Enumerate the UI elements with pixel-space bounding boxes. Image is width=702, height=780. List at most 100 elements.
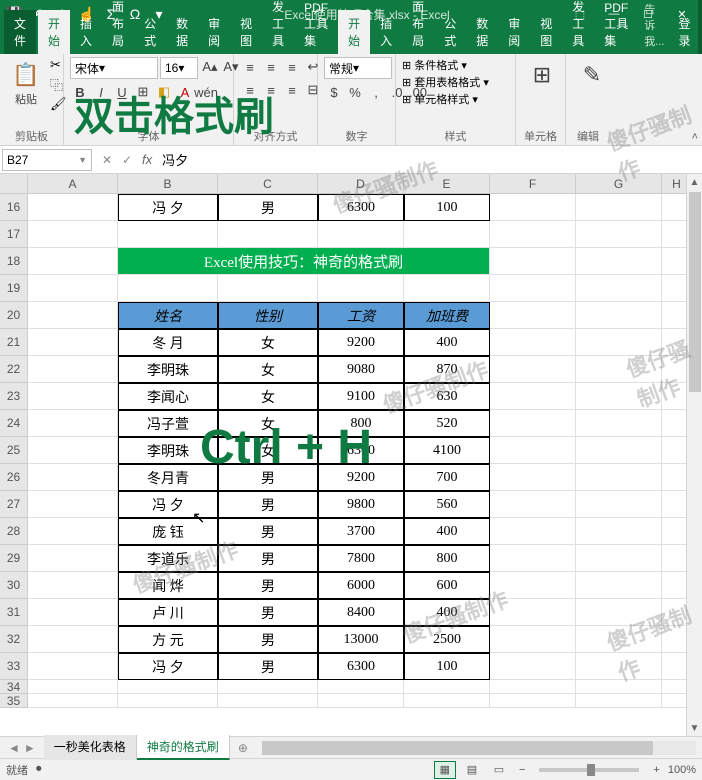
cell-D28[interactable]: 3700 <box>318 518 404 545</box>
cell-G19[interactable] <box>576 275 662 302</box>
tab-公式[interactable]: 公式 <box>434 10 466 54</box>
cell-A23[interactable] <box>28 383 118 410</box>
cell-A21[interactable] <box>28 329 118 356</box>
align-top-icon[interactable]: ≡ <box>240 57 260 77</box>
cell-B25[interactable]: 李明珠 <box>118 437 218 464</box>
currency-icon[interactable]: $ <box>324 82 344 102</box>
border-icon[interactable]: ⊞ <box>133 82 153 102</box>
cell-D20[interactable]: 工资 <box>318 302 404 329</box>
tab-file[interactable]: 文件 <box>4 10 36 54</box>
tab-开发工具[interactable]: 开发工具 <box>262 0 294 54</box>
italic-icon[interactable]: I <box>91 82 111 102</box>
cell-B33[interactable]: 冯 夕 <box>118 653 218 680</box>
cell-B16[interactable]: 冯 夕 <box>118 194 218 221</box>
cell-A34[interactable] <box>28 680 118 694</box>
editing-button[interactable]: ✎ <box>572 57 612 93</box>
scroll-down-icon[interactable]: ▼ <box>687 720 702 736</box>
col-header-C[interactable]: C <box>218 174 318 193</box>
tell-me[interactable]: 💡 告诉我... <box>638 0 670 54</box>
font-name-select[interactable]: 宋体 ▾ <box>70 57 158 79</box>
login-button[interactable]: 登录 <box>670 10 698 54</box>
cell-F33[interactable] <box>490 653 576 680</box>
cell-G33[interactable] <box>576 653 662 680</box>
cell-F30[interactable] <box>490 572 576 599</box>
fill-color-icon[interactable]: ◧ <box>154 82 174 102</box>
align-mid-icon[interactable]: ≡ <box>261 57 281 77</box>
cell-E34[interactable] <box>404 680 490 694</box>
cell-A16[interactable] <box>28 194 118 221</box>
cell-D22[interactable]: 9080 <box>318 356 404 383</box>
enter-formula-icon[interactable]: ✓ <box>118 151 136 169</box>
cell-E26[interactable]: 700 <box>404 464 490 491</box>
cell-G16[interactable] <box>576 194 662 221</box>
row-header-34[interactable]: 34 <box>0 680 28 694</box>
cell-B32[interactable]: 方 元 <box>118 626 218 653</box>
cell-A17[interactable] <box>28 221 118 248</box>
row-header-30[interactable]: 30 <box>0 572 28 599</box>
tab-PDF工具集[interactable]: PDF工具集 <box>294 0 338 54</box>
cell-A29[interactable] <box>28 545 118 572</box>
tab-公式[interactable]: 公式 <box>134 10 166 54</box>
cell-E21[interactable]: 400 <box>404 329 490 356</box>
tab-插入[interactable]: 插入 <box>70 10 102 54</box>
cell-F18[interactable] <box>490 248 576 275</box>
cell-E28[interactable]: 400 <box>404 518 490 545</box>
row-header-16[interactable]: 16 <box>0 194 28 221</box>
cell-G32[interactable] <box>576 626 662 653</box>
cell-B31[interactable]: 卢 川 <box>118 599 218 626</box>
cell-F35[interactable] <box>490 694 576 708</box>
cell-G18[interactable] <box>576 248 662 275</box>
cell-B27[interactable]: 冯 夕 <box>118 491 218 518</box>
cell-F21[interactable] <box>490 329 576 356</box>
cell-C32[interactable]: 男 <box>218 626 318 653</box>
cell-D33[interactable]: 6300 <box>318 653 404 680</box>
cell-styles-button[interactable]: ⊞ 单元格样式 ▾ <box>402 91 478 107</box>
cell-G35[interactable] <box>576 694 662 708</box>
cell-D16[interactable]: 6300 <box>318 194 404 221</box>
cell-E30[interactable]: 600 <box>404 572 490 599</box>
col-header-G[interactable]: G <box>576 174 662 193</box>
cell-E24[interactable]: 520 <box>404 410 490 437</box>
row-header-28[interactable]: 28 <box>0 518 28 545</box>
cell-E16[interactable]: 100 <box>404 194 490 221</box>
select-all-corner[interactable] <box>0 174 28 193</box>
cell-C33[interactable]: 男 <box>218 653 318 680</box>
cell-F25[interactable] <box>490 437 576 464</box>
cell-D17[interactable] <box>318 221 404 248</box>
cell-C34[interactable] <box>218 680 318 694</box>
cell-B35[interactable] <box>118 694 218 708</box>
cell-G29[interactable] <box>576 545 662 572</box>
cell-F22[interactable] <box>490 356 576 383</box>
conditional-format-button[interactable]: ⊞ 条件格式 ▾ <box>402 57 467 73</box>
cell-E22[interactable]: 870 <box>404 356 490 383</box>
cell-F31[interactable] <box>490 599 576 626</box>
cells-button[interactable]: ⊞ <box>522 57 562 93</box>
cell-D19[interactable] <box>318 275 404 302</box>
sheet-tab-神奇的格式刷[interactable]: 神奇的格式刷 <box>137 735 230 760</box>
col-header-E[interactable]: E <box>404 174 490 193</box>
row-header-35[interactable]: 35 <box>0 694 28 708</box>
cell-B19[interactable] <box>118 275 218 302</box>
cell-D23[interactable]: 9100 <box>318 383 404 410</box>
cell-D34[interactable] <box>318 680 404 694</box>
cell-A35[interactable] <box>28 694 118 708</box>
cell-C24[interactable]: 女 <box>218 410 318 437</box>
cell-C21[interactable]: 女 <box>218 329 318 356</box>
cell-D30[interactable]: 6000 <box>318 572 404 599</box>
row-header-29[interactable]: 29 <box>0 545 28 572</box>
cell-D25[interactable]: 6300 <box>318 437 404 464</box>
number-format-select[interactable]: 常规 ▾ <box>324 57 392 79</box>
cell-F24[interactable] <box>490 410 576 437</box>
cell-B29[interactable]: 李道乐 <box>118 545 218 572</box>
row-header-18[interactable]: 18 <box>0 248 28 275</box>
cell-C26[interactable]: 男 <box>218 464 318 491</box>
cell-F28[interactable] <box>490 518 576 545</box>
cell-A32[interactable] <box>28 626 118 653</box>
row-header-31[interactable]: 31 <box>0 599 28 626</box>
cell-C31[interactable]: 男 <box>218 599 318 626</box>
format-as-table-button[interactable]: ⊞ 套用表格格式 ▾ <box>402 74 489 90</box>
cell-G25[interactable] <box>576 437 662 464</box>
cell-E20[interactable]: 加班费 <box>404 302 490 329</box>
font-size-select[interactable]: 16 ▾ <box>160 57 198 79</box>
cell-C27[interactable]: 男 <box>218 491 318 518</box>
